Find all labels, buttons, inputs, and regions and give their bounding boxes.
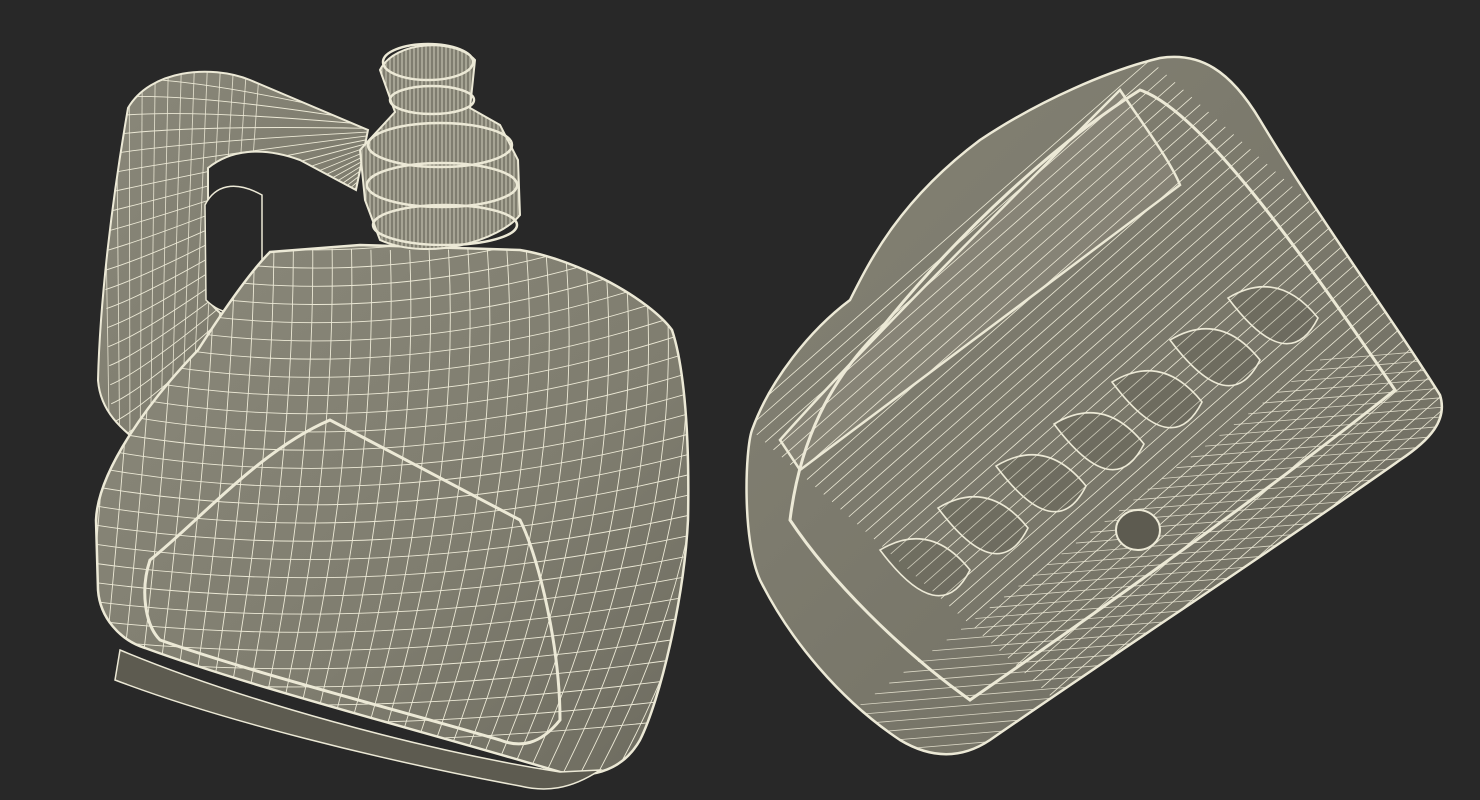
bottom-mesh-line-b bbox=[774, 748, 1015, 755]
wireframe-render bbox=[40, 42, 1444, 800]
mesh-line-u bbox=[96, 245, 100, 775]
bottom-mesh-line-b bbox=[760, 760, 1000, 780]
jug-front-three-quarter-view bbox=[40, 42, 690, 800]
handle-mesh-cross bbox=[98, 71, 101, 470]
viewport bbox=[0, 0, 1480, 800]
bottom-dimple bbox=[1115, 509, 1161, 551]
jug-bottom-view bbox=[745, 55, 1444, 780]
jug-neck bbox=[358, 44, 522, 251]
mesh-line-u bbox=[40, 230, 80, 800]
